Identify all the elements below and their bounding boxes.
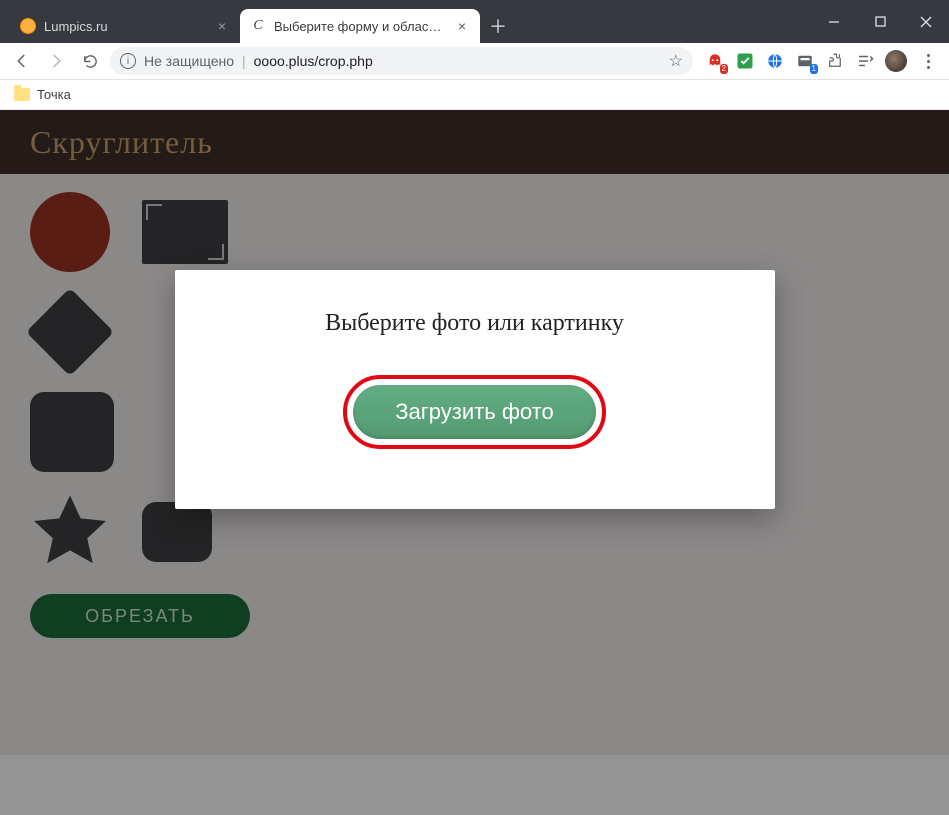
back-button[interactable] <box>8 47 36 75</box>
favicon-lumpics-icon <box>20 18 36 34</box>
reload-icon <box>82 53 99 70</box>
upload-highlight: Загрузить фото <box>343 375 605 449</box>
ext-idm-icon[interactable]: 1 <box>795 51 815 71</box>
ext-globe-icon[interactable] <box>765 51 785 71</box>
browser-toolbar: i Не защищено | oooo.plus/crop.php ☆ 2 1 <box>0 43 949 80</box>
address-bar[interactable]: i Не защищено | oooo.plus/crop.php ☆ <box>110 47 693 75</box>
close-icon[interactable]: × <box>214 16 230 36</box>
new-tab-button[interactable]: ＋ <box>484 12 512 40</box>
ext-reading-list-icon[interactable] <box>855 51 875 71</box>
tab-title: Lumpics.ru <box>44 19 206 34</box>
close-window-button[interactable] <box>903 0 949 43</box>
bookmark-item-tочка[interactable]: Точка <box>14 87 71 102</box>
minimize-button[interactable] <box>811 0 857 43</box>
maximize-button[interactable] <box>857 0 903 43</box>
forward-button[interactable] <box>42 47 70 75</box>
reload-button[interactable] <box>76 47 104 75</box>
badge-count: 2 <box>720 64 728 74</box>
close-icon <box>920 16 932 28</box>
close-icon[interactable]: × <box>454 16 470 36</box>
upload-photo-button[interactable]: Загрузить фото <box>353 385 595 439</box>
modal-title: Выберите фото или картинку <box>205 310 745 337</box>
favicon-c-icon: C <box>250 18 266 34</box>
extensions-area: 2 1 <box>699 50 941 72</box>
arrow-right-icon <box>47 52 65 70</box>
page-viewport: Скруглитель ОБРЕЗАТЬ <box>0 110 949 815</box>
badge-count: 1 <box>810 64 818 74</box>
upload-modal: Выберите фото или картинку Загрузить фот… <box>175 270 775 509</box>
profile-avatar[interactable] <box>885 50 907 72</box>
maximize-icon <box>875 16 886 27</box>
bookmark-label: Точка <box>37 87 71 102</box>
tab-title: Выберите форму и область для <box>274 19 446 34</box>
browser-tab-crop[interactable]: C Выберите форму и область для × <box>240 9 480 43</box>
ext-puzzle-icon[interactable] <box>825 51 845 71</box>
minimize-icon <box>828 16 840 28</box>
url-text: oooo.plus/crop.php <box>254 53 373 69</box>
browser-tab-lumpics[interactable]: Lumpics.ru × <box>10 9 240 43</box>
arrow-left-icon <box>13 52 31 70</box>
bookmark-star-icon[interactable]: ☆ <box>669 51 683 71</box>
bookmarks-bar: Точка <box>0 80 949 110</box>
ext-ghostery-icon[interactable]: 2 <box>705 51 725 71</box>
folder-icon <box>14 88 30 101</box>
browser-menu-button[interactable] <box>917 54 939 69</box>
separator: | <box>242 53 246 69</box>
window-titlebar: Lumpics.ru × C Выберите форму и область … <box>0 0 949 43</box>
site-info-icon[interactable]: i <box>120 53 136 69</box>
ext-check-icon[interactable] <box>735 51 755 71</box>
modal-overlay[interactable]: Выберите фото или картинку Загрузить фот… <box>0 110 949 815</box>
security-label: Не защищено <box>144 53 234 69</box>
window-controls <box>811 0 949 43</box>
